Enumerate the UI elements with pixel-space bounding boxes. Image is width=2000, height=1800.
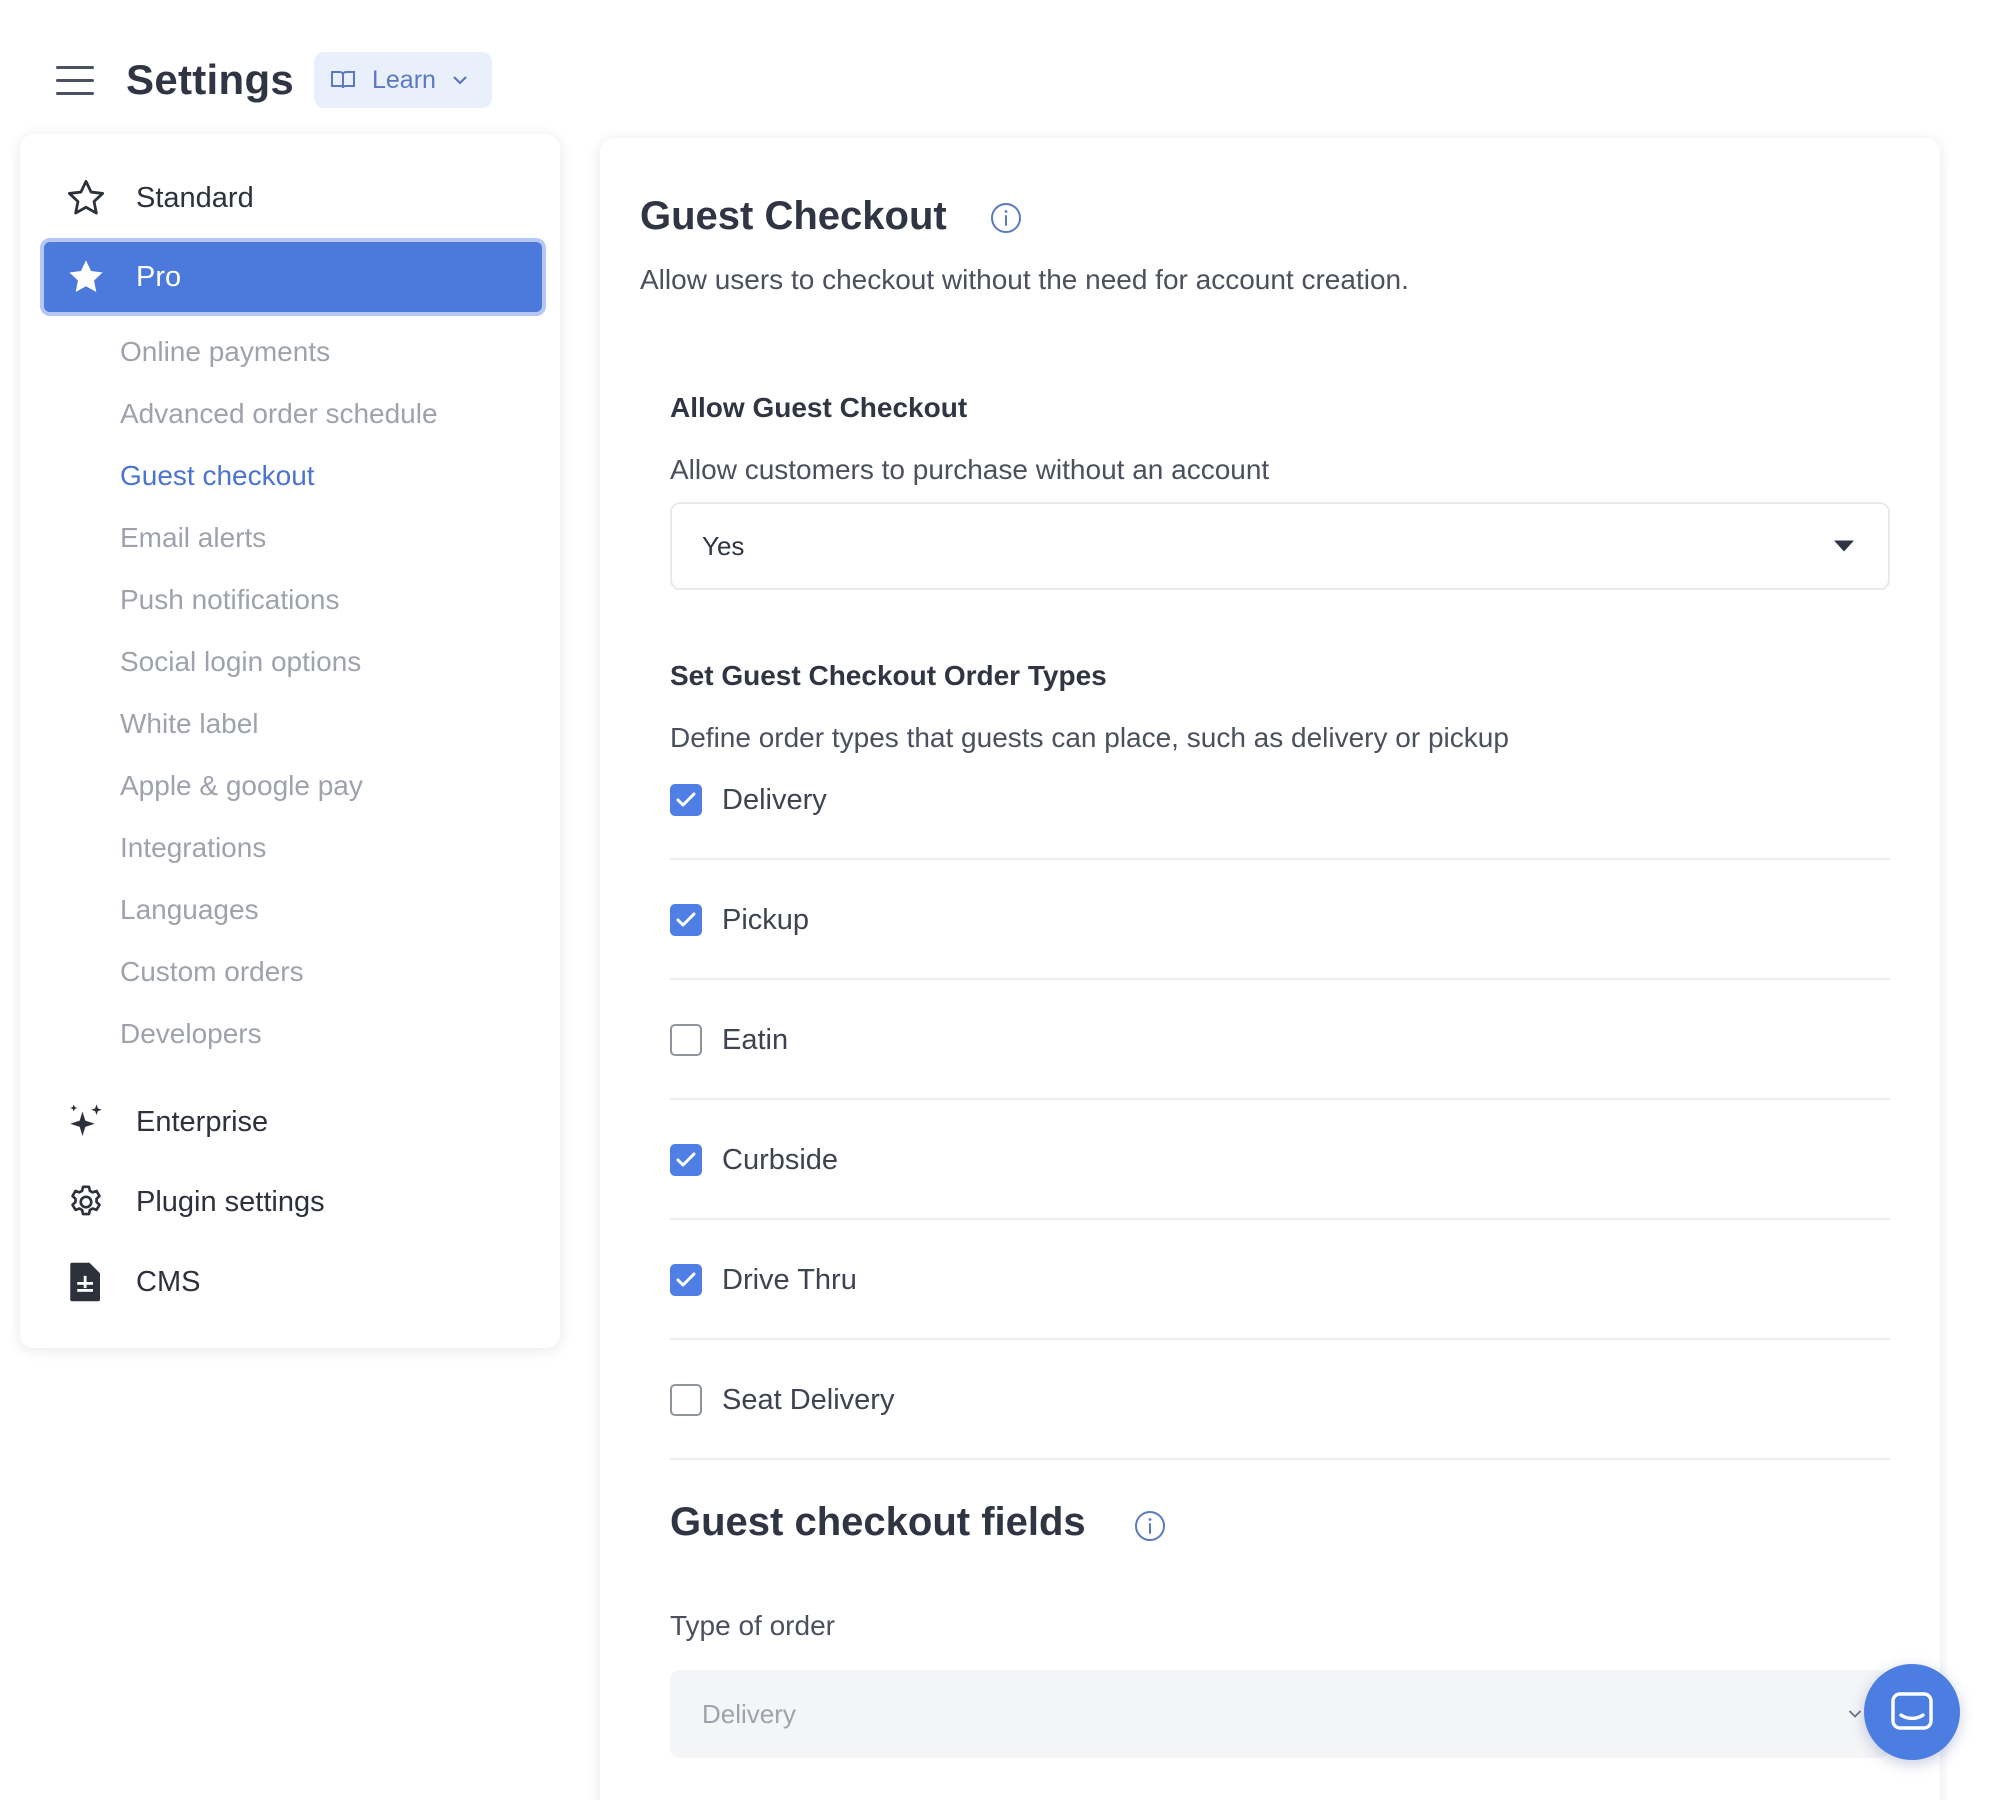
order-type-row-delivery: Delivery bbox=[670, 770, 1890, 830]
seat-delivery-checkbox[interactable] bbox=[670, 1384, 702, 1416]
sidebar-subitem-online-payments[interactable]: Online payments bbox=[120, 336, 330, 368]
type-of-order-select[interactable]: Delivery bbox=[670, 1670, 1890, 1758]
sidebar-item-label: CMS bbox=[136, 1265, 201, 1298]
checkbox-label: Drive Thru bbox=[722, 1263, 857, 1296]
type-of-order-value: Delivery bbox=[702, 1698, 796, 1729]
book-icon bbox=[331, 71, 355, 89]
sidebar-subitem-email-alerts[interactable]: Email alerts bbox=[120, 522, 266, 554]
sidebar-subitem-guest-checkout[interactable]: Guest checkout bbox=[120, 460, 315, 492]
divider bbox=[670, 978, 1890, 980]
divider bbox=[670, 858, 1890, 860]
page-title: Settings bbox=[126, 56, 295, 103]
order-type-row-seat-delivery: Seat Delivery bbox=[670, 1370, 1890, 1430]
chat-launcher-button[interactable] bbox=[1864, 1664, 1960, 1760]
guest-checkout-card: Guest Checkout Allow users to checkout w… bbox=[600, 138, 1940, 1800]
sidebar-subitem-apple-google-pay[interactable]: Apple & google pay bbox=[120, 770, 363, 802]
menu-toggle-icon[interactable] bbox=[56, 66, 94, 96]
divider bbox=[670, 1338, 1890, 1340]
info-icon[interactable] bbox=[990, 202, 1022, 234]
chevron-down-icon bbox=[453, 76, 467, 85]
order-type-row-curbside: Curbside bbox=[670, 1130, 1890, 1190]
checkbox-label: Eatin bbox=[722, 1023, 789, 1056]
sidebar-item-standard[interactable]: Standard bbox=[20, 162, 560, 234]
sparkles-icon bbox=[64, 1100, 108, 1144]
allow-guest-description: Allow customers to purchase without an a… bbox=[670, 454, 1270, 485]
learn-label: Learn bbox=[372, 65, 436, 94]
sidebar-item-pro[interactable]: Pro bbox=[40, 238, 546, 316]
divider bbox=[670, 1218, 1890, 1220]
pickup-checkbox[interactable] bbox=[670, 904, 702, 936]
fields-section-title: Guest checkout fields bbox=[670, 1500, 1086, 1544]
checkbox-label: Curbside bbox=[722, 1143, 839, 1176]
checkbox-label: Pickup bbox=[722, 903, 810, 936]
sidebar-item-label: Pro bbox=[136, 260, 182, 293]
order-type-row-drive-thru: Drive Thru bbox=[670, 1250, 1890, 1310]
sidebar-subitem-white-label[interactable]: White label bbox=[120, 708, 259, 740]
divider bbox=[670, 1458, 1890, 1460]
allow-guest-label: Allow Guest Checkout bbox=[670, 392, 968, 423]
checkbox-label: Delivery bbox=[722, 783, 827, 816]
order-type-row-eatin: Eatin bbox=[670, 1010, 1890, 1070]
sidebar-subitem-advanced-order-schedule[interactable]: Advanced order schedule bbox=[120, 398, 438, 430]
section-description: Allow users to checkout without the need… bbox=[640, 264, 1409, 295]
sidebar-subitem-push-notifications[interactable]: Push notifications bbox=[120, 584, 339, 616]
sidebar-subitem-social-login-options[interactable]: Social login options bbox=[120, 646, 361, 678]
checkbox-label: Seat Delivery bbox=[722, 1383, 895, 1416]
delivery-checkbox[interactable] bbox=[670, 784, 702, 816]
section-title: Guest Checkout bbox=[640, 194, 947, 238]
sidebar-subitem-custom-orders[interactable]: Custom orders bbox=[120, 956, 304, 988]
chevron-down-icon bbox=[1848, 1710, 1862, 1718]
star-filled-icon bbox=[64, 255, 108, 299]
curbside-checkbox[interactable] bbox=[670, 1144, 702, 1176]
divider bbox=[670, 1098, 1890, 1100]
order-types-label: Set Guest Checkout Order Types bbox=[670, 660, 1107, 691]
order-types-description: Define order types that guests can place… bbox=[670, 722, 1509, 753]
allow-guest-value: Yes bbox=[702, 530, 745, 561]
info-icon[interactable] bbox=[1134, 1510, 1166, 1542]
sidebar-subitem-languages[interactable]: Languages bbox=[120, 894, 259, 926]
type-of-order-label: Type of order bbox=[670, 1610, 835, 1641]
checkmark-icon bbox=[676, 912, 696, 927]
checkmark-icon bbox=[676, 1152, 696, 1167]
settings-sidebar: Standard Pro Online payments Advanced or… bbox=[20, 134, 560, 1348]
order-type-row-pickup: Pickup bbox=[670, 890, 1890, 950]
sidebar-item-plugin-settings[interactable]: Plugin settings bbox=[20, 1166, 560, 1238]
sidebar-item-cms[interactable]: CMS bbox=[20, 1246, 560, 1318]
learn-dropdown-button[interactable]: Learn bbox=[314, 52, 492, 108]
checkmark-icon bbox=[676, 792, 696, 807]
eatin-checkbox[interactable] bbox=[670, 1024, 702, 1056]
allow-guest-select[interactable]: Yes bbox=[670, 502, 1890, 590]
star-outline-icon bbox=[64, 176, 108, 220]
sidebar-subitem-integrations[interactable]: Integrations bbox=[120, 832, 266, 864]
caret-down-icon bbox=[1834, 540, 1854, 552]
sidebar-item-enterprise[interactable]: Enterprise bbox=[20, 1086, 560, 1158]
sidebar-item-label: Enterprise bbox=[136, 1105, 269, 1138]
gear-icon bbox=[64, 1180, 108, 1224]
sidebar-item-label: Plugin settings bbox=[136, 1185, 325, 1218]
sidebar-subitem-developers[interactable]: Developers bbox=[120, 1018, 262, 1050]
drive-thru-checkbox[interactable] bbox=[670, 1264, 702, 1296]
document-icon bbox=[64, 1260, 108, 1304]
sidebar-item-label: Standard bbox=[136, 181, 254, 214]
checkmark-icon bbox=[676, 1272, 696, 1287]
chat-icon bbox=[1891, 1692, 1933, 1730]
